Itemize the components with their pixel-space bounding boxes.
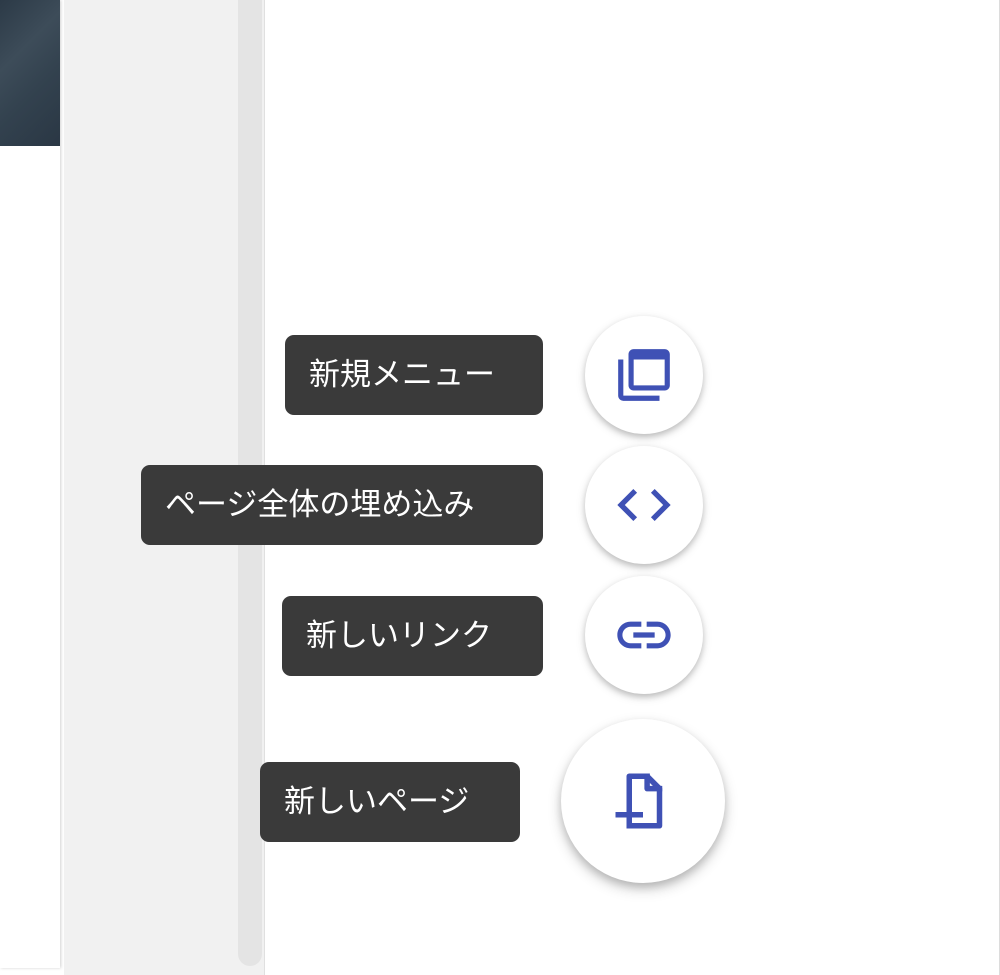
new-menu-button[interactable] xyxy=(585,316,703,434)
embed-page-tooltip[interactable]: ページ全体の埋め込み xyxy=(141,465,543,545)
add-page-icon xyxy=(610,768,676,834)
new-link-tooltip[interactable]: 新しいリンク xyxy=(282,596,543,676)
link-icon xyxy=(612,603,676,667)
new-link-button[interactable] xyxy=(585,576,703,694)
app-screen: 新規メニュー ページ全体の埋め込み 新しいリンク 新しいページ xyxy=(0,0,1000,975)
copy-window-icon xyxy=(613,344,675,406)
page-header-image xyxy=(0,0,60,146)
embed-page-button[interactable] xyxy=(585,446,703,564)
new-page-tooltip[interactable]: 新しいページ xyxy=(260,762,520,842)
new-page-button[interactable] xyxy=(561,719,725,883)
code-icon xyxy=(612,473,676,537)
new-menu-tooltip[interactable]: 新規メニュー xyxy=(285,335,543,415)
page-preview-card[interactable] xyxy=(0,0,60,968)
